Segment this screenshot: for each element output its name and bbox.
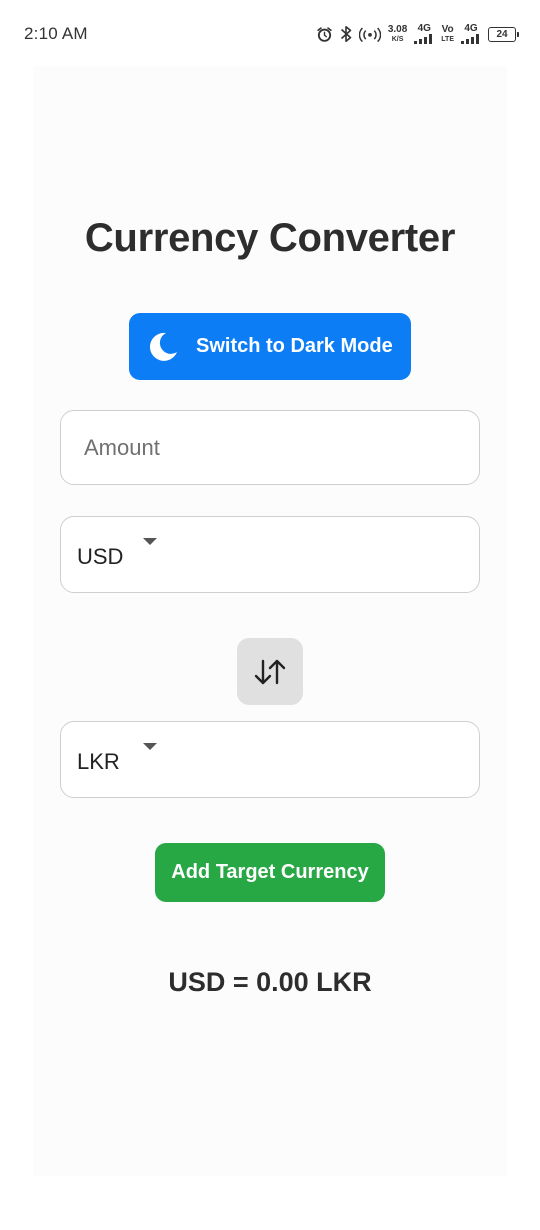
from-currency-value: USD	[77, 544, 124, 569]
to-currency-select[interactable]: LKR	[60, 721, 480, 798]
caret-down-icon	[143, 743, 157, 750]
signal-2: 4G	[461, 24, 481, 44]
hotspot-icon	[358, 26, 381, 42]
caret-down-icon	[143, 538, 157, 545]
to-currency-value: LKR	[77, 749, 120, 774]
add-target-currency-label: Add Target Currency	[171, 861, 369, 883]
moon-icon	[146, 330, 180, 364]
amount-input[interactable]	[61, 411, 479, 484]
swap-currencies-button[interactable]	[237, 638, 303, 705]
dark-mode-label: Switch to Dark Mode	[196, 335, 393, 357]
signal-icon	[414, 34, 434, 44]
status-time: 2:10 AM	[24, 24, 88, 43]
network-speed-unit: K/S	[391, 36, 404, 43]
conversion-result: USD = 0.00 LKR	[168, 967, 372, 997]
network-speed-value: 3.08	[387, 24, 408, 35]
volte-indicator: Vo LTE	[441, 24, 454, 44]
from-currency-select[interactable]: USD	[60, 516, 480, 593]
volte-top: Vo	[441, 24, 454, 35]
amount-field	[60, 410, 480, 485]
swap-arrows-icon	[253, 657, 287, 687]
network-2-label: 4G	[464, 23, 478, 34]
battery-icon: 24	[488, 26, 519, 42]
bluetooth-icon	[340, 25, 352, 43]
network-speed: 3.08 K/S	[387, 24, 408, 44]
status-icons: 3.08 K/S 4G Vo LTE 4G 24	[316, 20, 519, 48]
alarm-icon	[316, 26, 333, 43]
signal-icon	[461, 34, 481, 44]
page-title: Currency Converter	[84, 216, 456, 260]
network-1-label: 4G	[417, 23, 431, 34]
add-target-currency-button[interactable]: Add Target Currency	[155, 843, 385, 902]
status-bar: 2:10 AM 3.08 K/S 4G Vo LTE 4G 24	[0, 0, 540, 66]
battery-level: 24	[496, 28, 508, 40]
volte-bottom: LTE	[441, 36, 454, 43]
signal-1: 4G	[414, 24, 434, 44]
dark-mode-toggle-button[interactable]: Switch to Dark Mode	[129, 313, 411, 380]
